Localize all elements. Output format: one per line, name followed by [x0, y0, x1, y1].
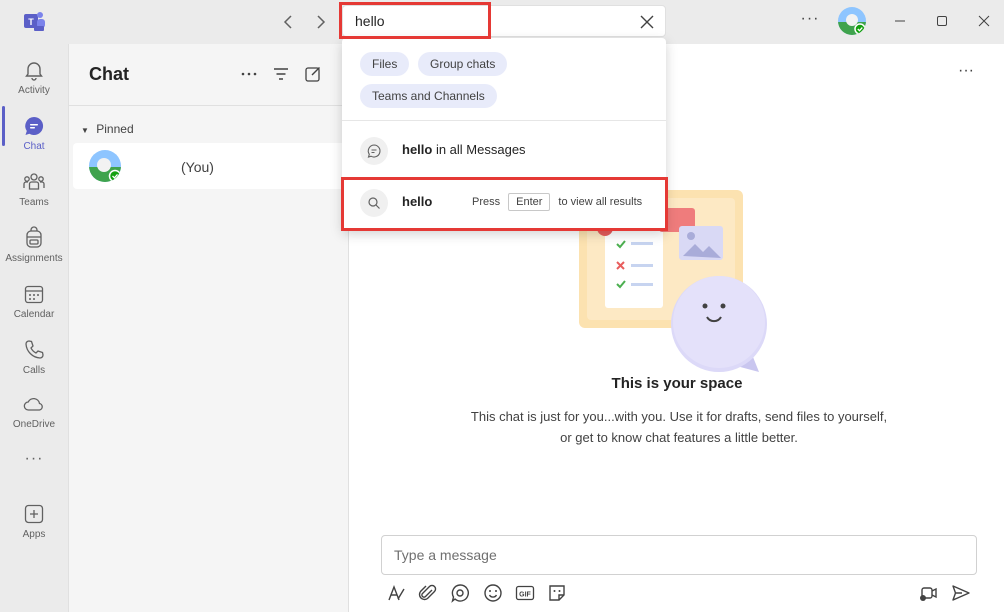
format-icon[interactable]: [385, 582, 407, 604]
message-bubble-icon: [360, 137, 388, 165]
gif-icon[interactable]: GIF: [514, 582, 536, 604]
back-arrow-icon[interactable]: [276, 10, 300, 34]
pinned-section-header[interactable]: ▼ Pinned: [81, 122, 134, 136]
meet-now-icon[interactable]: [918, 582, 940, 604]
search-input[interactable]: [355, 13, 615, 29]
plus-icon: [22, 502, 46, 526]
svg-text:T: T: [28, 17, 34, 27]
avatar: [89, 150, 121, 182]
rail-item-teams[interactable]: Teams: [0, 162, 68, 216]
rail-item-label: Teams: [19, 197, 49, 208]
search-query-text: hello: [402, 194, 433, 209]
calendar-icon: [22, 282, 46, 306]
app-rail: Activity Chat Teams Assignments Calendar…: [0, 44, 68, 612]
loop-icon[interactable]: [449, 582, 471, 604]
chat-list-item[interactable]: (You): [73, 143, 349, 189]
chat-list-header: Chat: [69, 44, 349, 106]
minimize-icon[interactable]: [889, 10, 911, 32]
search-icon: [360, 189, 388, 217]
chat-name: (You): [181, 159, 214, 175]
press-enter-hint: Press Enter to view all results: [472, 193, 642, 211]
teams-logo-icon: T: [22, 10, 46, 32]
space-title: This is your space: [611, 375, 743, 392]
bell-icon: [22, 58, 46, 82]
rail-item-onedrive[interactable]: OneDrive: [0, 384, 68, 438]
rail-item-label: Calls: [22, 365, 46, 376]
emoji-icon[interactable]: [482, 582, 504, 604]
pinned-label: Pinned: [96, 122, 134, 136]
filter-icon[interactable]: [271, 64, 291, 84]
filter-teams-channels-button[interactable]: Teams and Channels: [360, 84, 497, 108]
enter-key-badge: Enter: [508, 193, 551, 211]
clear-search-icon[interactable]: [637, 12, 657, 32]
backpack-icon: [22, 226, 46, 250]
rail-item-more[interactable]: ···: [0, 444, 68, 498]
chat-icon: [22, 114, 46, 138]
sticker-icon[interactable]: [546, 582, 568, 604]
send-icon[interactable]: [950, 582, 972, 604]
attach-icon[interactable]: [417, 582, 439, 604]
more-options-icon[interactable]: [239, 64, 259, 84]
divider: [342, 120, 666, 121]
filter-group-chats-button[interactable]: Group chats: [418, 52, 508, 76]
maximize-icon[interactable]: [931, 10, 953, 32]
filter-files-button[interactable]: Files: [360, 52, 410, 76]
phone-icon: [22, 338, 46, 362]
rail-item-label: Assignments: [5, 253, 63, 264]
close-window-icon[interactable]: [973, 10, 995, 32]
rail-item-activity[interactable]: Activity: [0, 50, 68, 104]
profile-avatar[interactable]: [838, 7, 866, 35]
cloud-icon: [22, 392, 46, 416]
search-all-results-option[interactable]: hello Press Enter to view all results: [342, 179, 666, 223]
rail-item-label: Apps: [22, 529, 46, 540]
more-icon: ···: [24, 450, 44, 467]
chevron-down-icon: ▼: [81, 126, 89, 135]
search-suggestions-dropdown: Files Group chats Teams and Channels hel…: [342, 38, 666, 230]
teams-icon: [22, 170, 46, 194]
rail-item-label: OneDrive: [12, 419, 56, 430]
rail-item-chat[interactable]: Chat: [0, 106, 68, 160]
search-in-messages-option[interactable]: hello in all Messages: [342, 127, 666, 171]
compose-box[interactable]: [381, 535, 977, 575]
rail-item-calls[interactable]: Calls: [0, 330, 68, 384]
rail-item-label: Chat: [23, 141, 45, 152]
search-box[interactable]: [342, 5, 666, 37]
space-description: This chat is just for you...with you. Us…: [470, 409, 888, 445]
search-in-messages-text: hello in all Messages: [402, 142, 526, 157]
rail-item-apps[interactable]: Apps: [0, 494, 68, 548]
svg-text:GIF: GIF: [519, 592, 531, 599]
rail-item-label: Calendar: [13, 309, 55, 320]
rail-item-label: Activity: [18, 85, 50, 96]
page-title: Chat: [89, 64, 129, 84]
settings-more-button[interactable]: ···: [800, 10, 820, 34]
forward-arrow-icon[interactable]: [309, 10, 333, 34]
rail-item-assignments[interactable]: Assignments: [0, 218, 68, 272]
message-input[interactable]: [394, 547, 954, 563]
chat-more-options-button[interactable]: ···: [958, 62, 974, 80]
chat-list-pane: Chat ▼ Pinned (You): [68, 44, 349, 612]
rail-item-calendar[interactable]: Calendar: [0, 274, 68, 328]
new-chat-icon[interactable]: [303, 64, 323, 84]
